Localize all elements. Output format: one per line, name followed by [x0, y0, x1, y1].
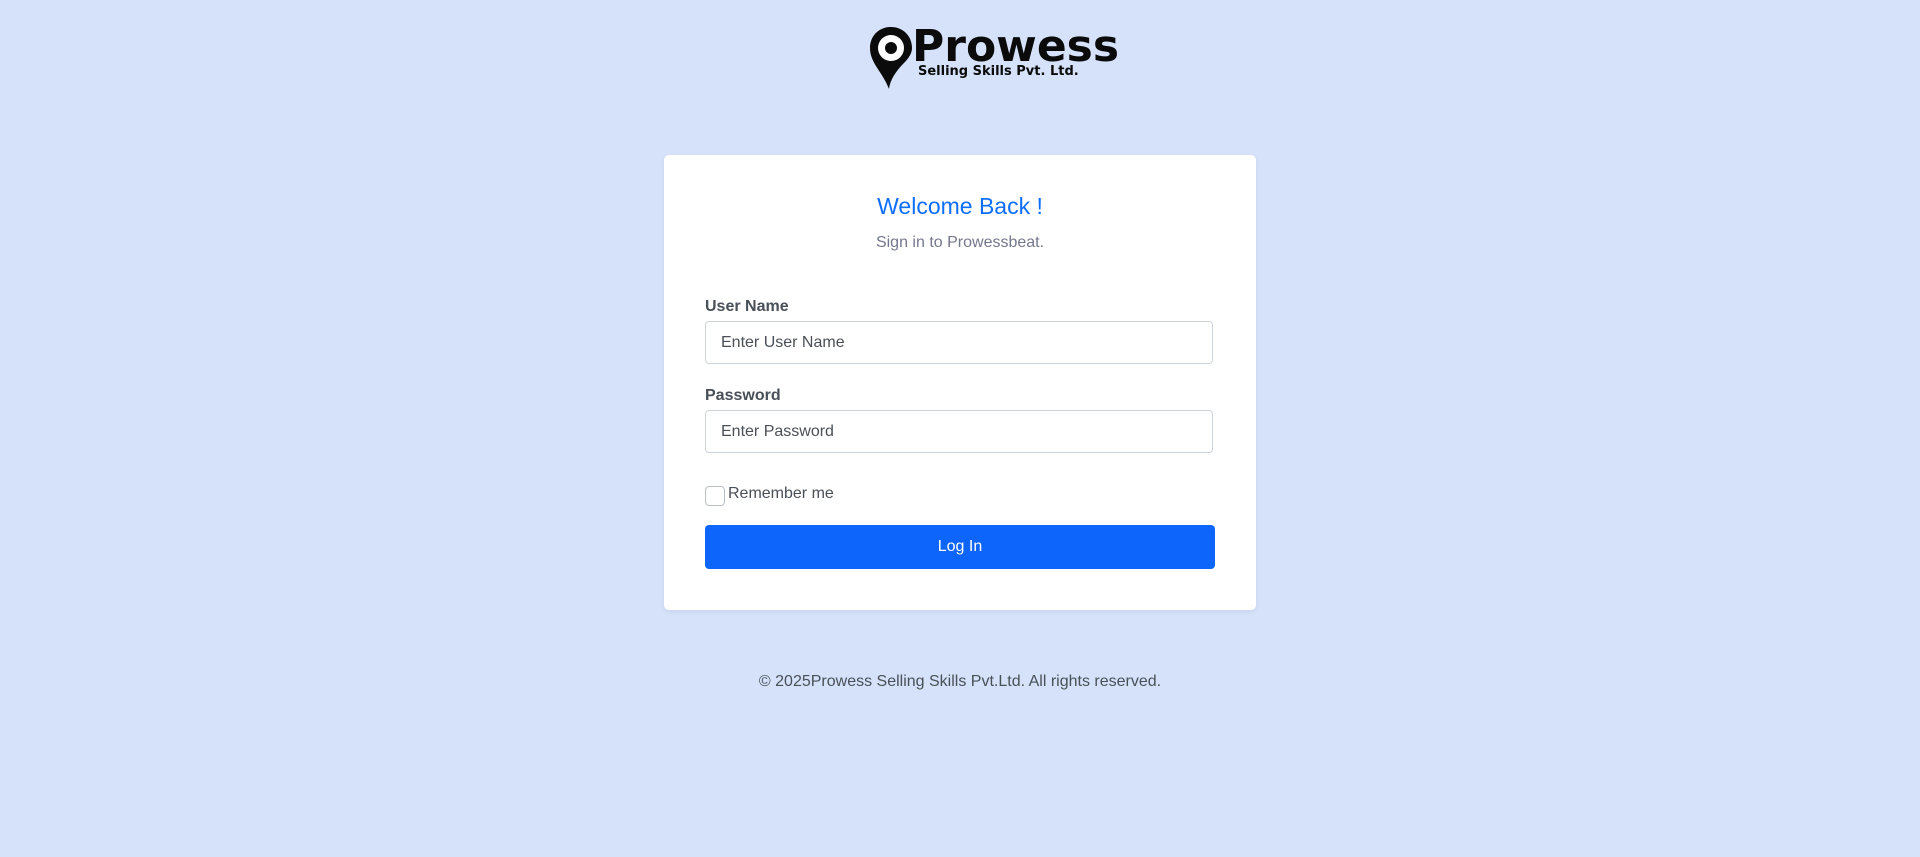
location-pin-icon: [870, 27, 912, 89]
prowess-logo: Prowess Selling Skills Pvt. Ltd.: [866, 22, 1119, 92]
welcome-subtitle: Sign in to Prowessbeat.: [875, 234, 1045, 251]
remember-me-checkbox[interactable]: [705, 486, 725, 506]
login-page: Prowess Selling Skills Pvt. Ltd. Welcome…: [0, 0, 1920, 857]
username-label: User Name: [705, 298, 789, 315]
remember-me-label[interactable]: Remember me: [728, 485, 834, 503]
copyright-footer: © 2025Prowess Selling Skills Pvt.Ltd. Al…: [758, 673, 1162, 690]
logo-tagline: Selling Skills Pvt. Ltd.: [918, 64, 1079, 79]
welcome-title: Welcome Back !: [877, 193, 1043, 219]
username-input[interactable]: [705, 321, 1213, 364]
remember-me-row: Remember me: [705, 482, 834, 506]
login-button[interactable]: Log In: [705, 525, 1215, 569]
password-input[interactable]: [705, 410, 1213, 453]
login-card: Welcome Back ! Sign in to Prowessbeat. U…: [664, 155, 1256, 610]
password-label: Password: [705, 387, 781, 404]
